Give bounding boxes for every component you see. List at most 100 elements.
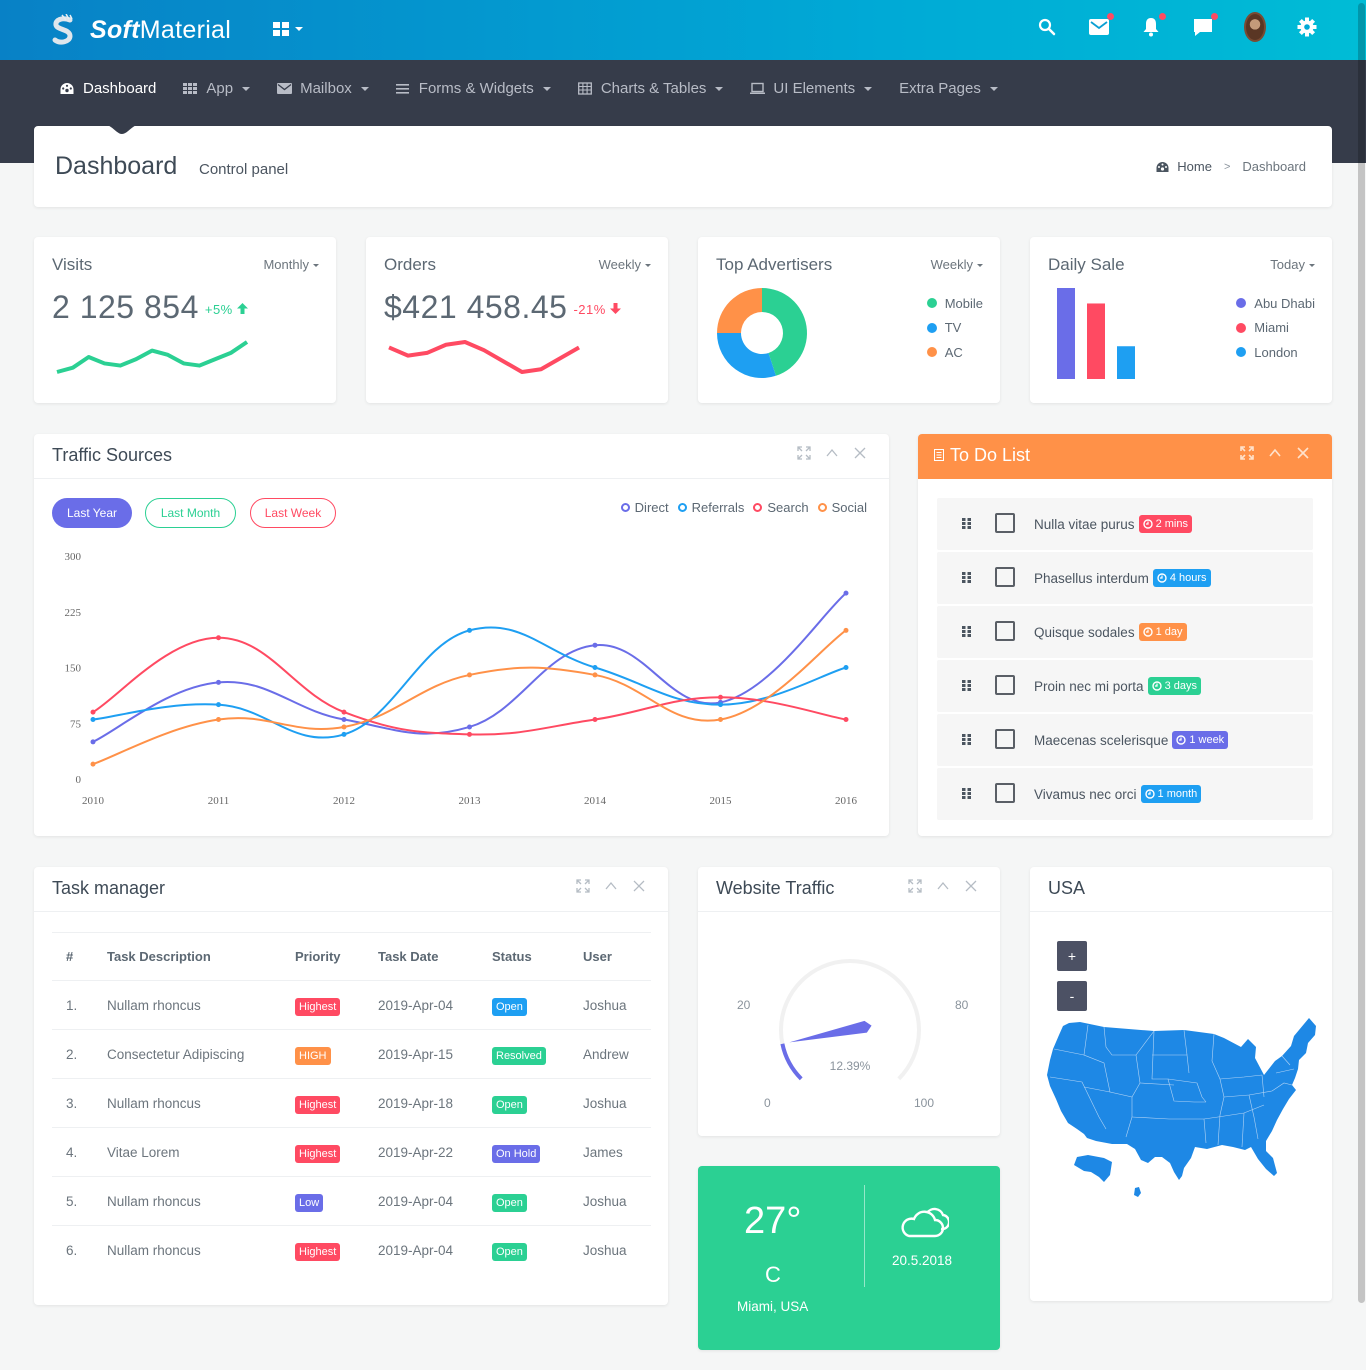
- bar-london[interactable]: [1117, 346, 1135, 379]
- drag-handle-icon[interactable]: [962, 680, 972, 691]
- traffic-line-chart: 0 75 150 225 300 2010 2011 2012 2013 2014 2015 2016: [65, 551, 858, 807]
- usa-map[interactable]: [1044, 1017, 1324, 1207]
- data-point-direct[interactable]: [90, 739, 96, 745]
- drag-handle-icon[interactable]: [962, 626, 972, 637]
- table-row[interactable]: 6. Nullam rhoncus Highest 2019-Apr-04 Open Jo…: [52, 1226, 651, 1275]
- data-point-social[interactable]: [843, 627, 849, 633]
- orders-period-dropdown[interactable]: Weekly: [599, 257, 651, 272]
- donut-slice-tv[interactable]: [717, 333, 776, 378]
- nav-item-charts-tables[interactable]: Charts & Tables: [577, 80, 724, 97]
- expand-button[interactable]: [908, 879, 922, 893]
- drag-handle-icon[interactable]: [962, 518, 972, 529]
- data-point-search[interactable]: [90, 709, 96, 715]
- daily-sale-title: Daily Sale: [1048, 255, 1125, 274]
- collapse-button[interactable]: [1268, 446, 1282, 460]
- daily-sale-period-dropdown[interactable]: Today: [1270, 257, 1315, 272]
- todo-checkbox[interactable]: [995, 783, 1015, 803]
- alaska[interactable]: [1074, 1155, 1112, 1182]
- legend-direct[interactable]: Direct: [620, 500, 669, 515]
- data-point-referrals[interactable]: [467, 627, 472, 633]
- drag-handle-icon[interactable]: [962, 572, 972, 583]
- close-button[interactable]: [964, 879, 978, 893]
- legend-referrals[interactable]: Referrals: [677, 500, 744, 515]
- nav-item-ui-elements[interactable]: UI Elements: [750, 80, 873, 97]
- expand-button[interactable]: [797, 446, 811, 460]
- data-point-direct[interactable]: [843, 590, 849, 596]
- nav-item-forms-widgets[interactable]: Forms & Widgets: [395, 80, 551, 97]
- chat-button[interactable]: [1192, 13, 1218, 38]
- filter-last-week[interactable]: Last Week: [250, 498, 336, 528]
- nav-item-extra-pages[interactable]: Extra Pages: [899, 80, 998, 97]
- close-button[interactable]: [1296, 446, 1310, 460]
- todo-checkbox[interactable]: [995, 513, 1015, 533]
- data-point-search[interactable]: [341, 709, 347, 715]
- todo-checkbox[interactable]: [995, 567, 1015, 587]
- todo-checkbox[interactable]: [995, 621, 1015, 641]
- table-row[interactable]: 2. Consectetur Adipiscing HIGH 2019-Apr-15 R…: [52, 1029, 651, 1079]
- data-point-direct[interactable]: [341, 717, 347, 723]
- map-zoom-out-button[interactable]: -: [1057, 981, 1087, 1011]
- data-point-referrals[interactable]: [341, 731, 347, 737]
- collapse-button[interactable]: [825, 446, 839, 460]
- breadcrumb-home[interactable]: Home: [1177, 159, 1212, 174]
- map-zoom-in-button[interactable]: +: [1057, 941, 1087, 971]
- data-point-referrals[interactable]: [718, 702, 723, 708]
- status-badge: On Hold: [492, 1144, 541, 1163]
- data-point-social[interactable]: [718, 717, 723, 723]
- bar-miami[interactable]: [1087, 303, 1105, 379]
- apps-menu-toggle[interactable]: [273, 22, 303, 36]
- hawaii[interactable]: [1134, 1187, 1141, 1197]
- close-button[interactable]: [853, 446, 867, 460]
- user-menu[interactable]: [1244, 12, 1266, 42]
- data-point-social[interactable]: [216, 717, 221, 723]
- data-point-social[interactable]: [90, 761, 96, 767]
- nav-item-mailbox[interactable]: Mailbox: [277, 80, 369, 97]
- table-row[interactable]: 5. Nullam rhoncus Low 2019-Apr-04 Open Joshua: [52, 1176, 651, 1226]
- filter-last-year[interactable]: Last Year: [52, 498, 132, 528]
- messages-button[interactable]: [1088, 13, 1114, 38]
- table-row[interactable]: 3. Nullam rhoncus Highest 2019-Apr-18 Open Jo…: [52, 1078, 651, 1128]
- expand-button[interactable]: [576, 879, 590, 893]
- data-point-search[interactable]: [843, 717, 849, 723]
- search-button[interactable]: [1036, 16, 1058, 38]
- data-point-search[interactable]: [467, 731, 472, 737]
- todo-checkbox[interactable]: [995, 729, 1015, 749]
- todo-checkbox[interactable]: [995, 675, 1015, 695]
- data-point-referrals[interactable]: [90, 717, 96, 723]
- nav-item-dashboard[interactable]: Dashboard: [60, 80, 156, 97]
- donut-slice-ac[interactable]: [717, 288, 762, 333]
- weather-date: 20.5.2018: [892, 1253, 953, 1268]
- close-button[interactable]: [632, 879, 646, 893]
- advertisers-period-dropdown[interactable]: Weekly: [931, 257, 983, 272]
- data-point-referrals[interactable]: [843, 665, 849, 670]
- data-point-referrals[interactable]: [592, 665, 598, 670]
- logo[interactable]: SoftMaterial: [50, 14, 231, 46]
- drag-handle-icon[interactable]: [962, 788, 972, 799]
- legend-social[interactable]: Social: [817, 500, 867, 515]
- scrollbar[interactable]: [1357, 0, 1366, 1305]
- notifications-button[interactable]: [1140, 13, 1166, 38]
- nav-item-app[interactable]: App: [183, 80, 251, 97]
- data-point-social[interactable]: [467, 672, 472, 678]
- data-point-search[interactable]: [216, 635, 221, 641]
- collapse-button[interactable]: [936, 879, 950, 893]
- settings-button[interactable]: [1296, 16, 1318, 38]
- data-point-direct[interactable]: [592, 642, 598, 648]
- scrollbar-thumb[interactable]: [1358, 3, 1365, 1303]
- filter-last-month[interactable]: Last Month: [145, 498, 236, 528]
- data-point-social[interactable]: [341, 724, 347, 730]
- data-point-social[interactable]: [592, 672, 598, 678]
- collapse-button[interactable]: [604, 879, 618, 893]
- data-point-search[interactable]: [718, 694, 723, 700]
- legend-search[interactable]: Search: [753, 500, 809, 515]
- bar-abu-dhabi[interactable]: [1057, 288, 1075, 379]
- expand-button[interactable]: [1240, 446, 1254, 460]
- data-point-direct[interactable]: [467, 724, 472, 730]
- table-row[interactable]: 4. Vitae Lorem Highest 2019-Apr-22 On Hold Ja…: [52, 1127, 651, 1177]
- data-point-search[interactable]: [592, 717, 598, 723]
- visits-period-dropdown[interactable]: Monthly: [263, 257, 319, 272]
- table-row[interactable]: 1. Nullam rhoncus Highest 2019-Apr-04 Open Jo…: [52, 980, 651, 1030]
- drag-handle-icon[interactable]: [962, 734, 972, 745]
- data-point-referrals[interactable]: [216, 702, 221, 708]
- data-point-direct[interactable]: [216, 679, 221, 685]
